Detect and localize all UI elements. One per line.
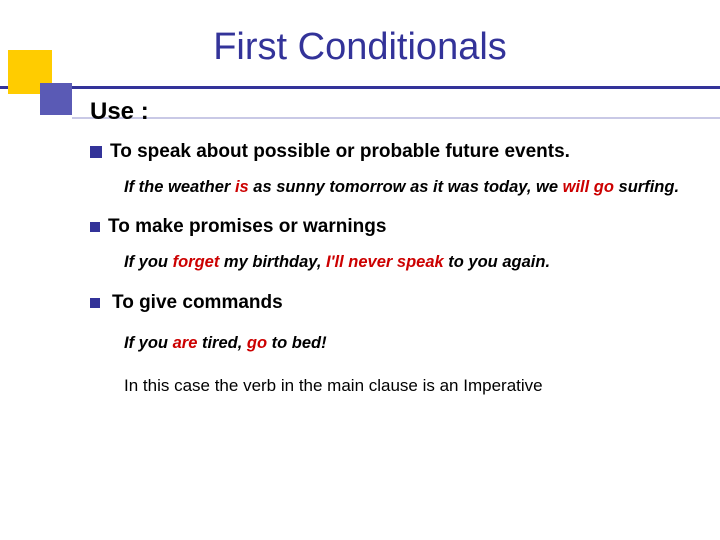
point-3-text: To give commands xyxy=(112,291,283,316)
point-2-example: If you forget my birthday, I'll never sp… xyxy=(124,252,690,273)
point-2: To make promises or warnings xyxy=(90,215,690,240)
point-1-text: To speak about possible or probable futu… xyxy=(110,140,570,165)
square-bullet-icon xyxy=(90,298,100,308)
point-1-example: If the weather is as sunny tomorrow as i… xyxy=(124,177,690,198)
point-3: To give commands xyxy=(90,291,690,316)
accent-square-blue xyxy=(40,83,72,115)
use-heading: Use : xyxy=(90,98,690,126)
square-bullet-icon xyxy=(90,146,102,158)
point-2-text: To make promises or warnings xyxy=(108,215,386,240)
accent-line-top xyxy=(0,86,720,89)
point-1: To speak about possible or probable futu… xyxy=(90,140,690,165)
point-3-example: If you are tired, go to bed! xyxy=(124,333,690,354)
footer-note: In this case the verb in the main clause… xyxy=(124,376,690,396)
slide-content: Use : To speak about possible or probabl… xyxy=(90,98,690,396)
slide-title: First Conditionals xyxy=(0,26,720,69)
square-bullet-icon xyxy=(90,222,100,232)
